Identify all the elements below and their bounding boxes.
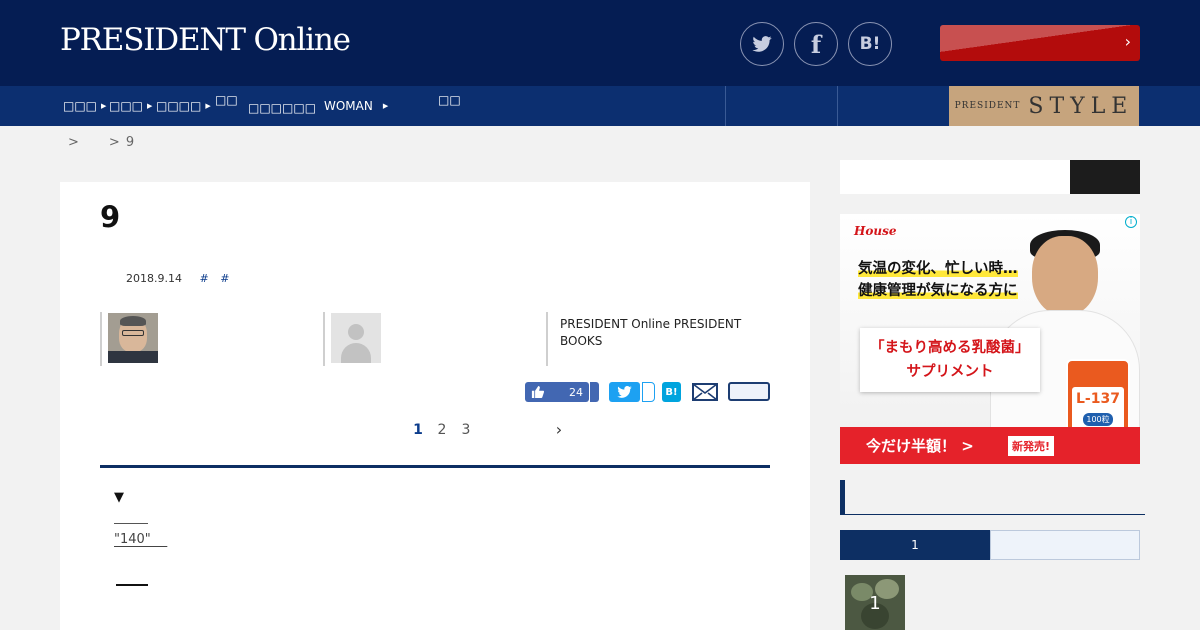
page-link-current[interactable]: 1: [406, 422, 430, 438]
ad-info-icon[interactable]: i: [1125, 216, 1137, 228]
nav-item-4[interactable]: □□: [215, 80, 238, 120]
print-button[interactable]: [728, 382, 770, 401]
nav-item-1[interactable]: □□□ ▶: [63, 86, 106, 126]
twitter-icon: [617, 386, 632, 398]
section-divider: [100, 465, 770, 468]
caret-right-icon: ▶: [382, 102, 389, 110]
article-meta: 2018.9.14 # #: [126, 272, 229, 285]
chevron-right-icon[interactable]: ›: [552, 420, 566, 439]
ad-cta-bar[interactable]: 今だけ半額！ > 新発売!: [840, 427, 1140, 464]
breadcrumb-current: 9: [125, 135, 135, 150]
caret-right-icon: ▶: [101, 102, 107, 110]
search-input[interactable]: [840, 160, 1070, 194]
ad-new-badge: 新発売!: [1008, 436, 1055, 456]
twitter-follow-button[interactable]: [740, 22, 784, 66]
site-logo[interactable]: PRESIDENT Online: [60, 22, 351, 58]
president-style-banner[interactable]: PRESIDENT STYLE: [949, 86, 1139, 126]
like-count: 24: [569, 385, 583, 399]
nav-item-2[interactable]: □□□ ▶: [109, 86, 152, 126]
nav-item-5[interactable]: □□□□□□: [248, 88, 316, 128]
facebook-share-button[interactable]: [590, 382, 599, 402]
publisher-card: PRESIDENT Online PRESIDENT BOOKS: [546, 312, 770, 366]
twitter-icon: [752, 36, 772, 52]
author-photo: [108, 313, 158, 363]
breadcrumb-separator: >: [68, 135, 79, 150]
ad-product-card: 「まもり高める乳酸菌」 サプリメント: [860, 328, 1040, 392]
nav-divider: [837, 86, 838, 126]
thumbs-up-icon: [531, 386, 544, 398]
site-header: PRESIDENT Online f B! ›: [0, 0, 1200, 86]
caret-right-icon: ▶: [147, 102, 153, 110]
article-title: 9: [100, 200, 121, 234]
ranking-number: 1: [869, 593, 881, 614]
related-link[interactable]: "140": [114, 532, 167, 547]
avatar-placeholder-icon: [331, 313, 381, 363]
article-card: 9 2018.9.14 # # PRESIDENT Online PRESIDE…: [60, 182, 810, 630]
article-tag[interactable]: #: [220, 272, 229, 285]
article-tag[interactable]: #: [199, 272, 208, 285]
nav-item-3[interactable]: □□□□ ▶: [156, 86, 211, 126]
tweet-button[interactable]: [609, 382, 640, 402]
header-cta-button[interactable]: ›: [940, 25, 1140, 61]
caret-right-icon: ▶: [205, 102, 211, 110]
nav-item-7[interactable]: □□: [438, 80, 461, 120]
pagination: 123 ›: [406, 420, 562, 439]
nav-item-woman[interactable]: WOMAN ▶: [324, 86, 388, 126]
ranking-tab-active[interactable]: 1: [840, 530, 990, 560]
hatena-bookmark-icon: B!: [859, 34, 881, 54]
mail-share-button[interactable]: [692, 382, 718, 402]
advertisement-banner[interactable]: i House 気温の変化、忙しい時… 健康管理が気になる方に 「まもり高める乳…: [840, 214, 1140, 464]
ranking-item-thumbnail[interactable]: 1: [845, 575, 905, 630]
search-button[interactable]: [1070, 160, 1140, 194]
decorative-line: [114, 523, 148, 524]
decorative-dash: [116, 584, 148, 586]
hatena-follow-button[interactable]: B!: [848, 22, 892, 66]
facebook-follow-button[interactable]: f: [794, 22, 838, 66]
hatena-bookmark-button[interactable]: B!: [662, 382, 681, 402]
breadcrumb: > >9: [68, 135, 164, 150]
facebook-like-button[interactable]: 24: [525, 382, 589, 402]
author-card[interactable]: [323, 312, 543, 366]
facebook-icon: f: [810, 29, 822, 59]
breadcrumb-separator: >: [108, 135, 120, 150]
article-date: 2018.9.14: [126, 272, 182, 285]
triangle-down-icon: ▼: [114, 490, 124, 505]
tweet-count-bubble: [642, 382, 655, 402]
ad-cta-text: 今だけ半額！ >: [866, 437, 974, 455]
ad-headline: 気温の変化、忙しい時… 健康管理が気になる方に: [858, 261, 1018, 299]
ranking-tab[interactable]: [990, 530, 1140, 560]
advertiser-logo: House: [854, 224, 897, 238]
nav-divider: [725, 86, 726, 126]
page-link[interactable]: 2: [430, 422, 454, 438]
publisher-text: PRESIDENT Online PRESIDENT BOOKS: [560, 317, 742, 348]
ranking-section-header: [840, 480, 1145, 515]
chevron-right-icon: ›: [1124, 32, 1131, 51]
page-link[interactable]: 3: [454, 422, 478, 438]
envelope-icon: [692, 383, 718, 401]
author-card[interactable]: [100, 312, 320, 366]
